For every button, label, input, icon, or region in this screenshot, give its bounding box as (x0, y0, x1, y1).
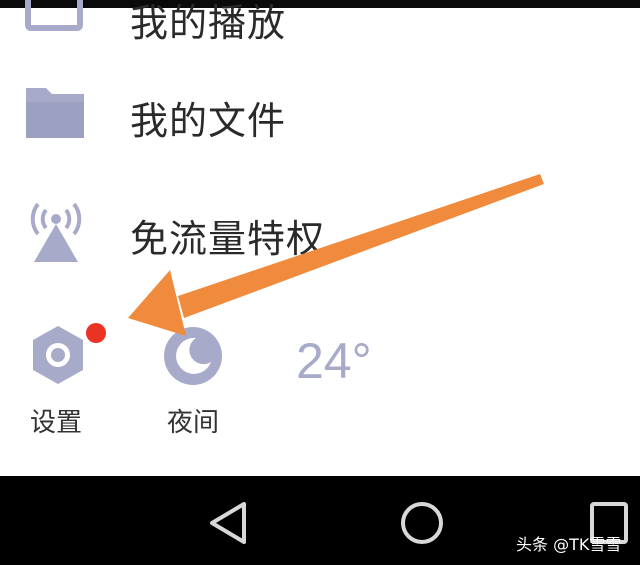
signal-tower-icon (30, 202, 82, 262)
menu-item-label: 我的播放 (130, 1, 287, 45)
night-label: 夜间 (166, 408, 219, 438)
menu-item-history[interactable]: 我的播放 (0, 0, 640, 62)
navigation-bar: 头条 @TK雪雪 (0, 476, 640, 565)
settings-button[interactable]: 设置 (16, 318, 106, 448)
moon-icon (164, 327, 222, 385)
gear-icon (33, 326, 83, 384)
back-icon[interactable] (206, 498, 250, 548)
menu-item-files[interactable]: 我的文件 (0, 64, 640, 164)
menu-item-label: 免流量特权 (130, 217, 326, 261)
menu-item-label: 我的文件 (130, 99, 287, 143)
night-mode-button[interactable]: 夜间 (153, 318, 233, 448)
watermark-text: 头条 @TK雪雪 (516, 535, 622, 554)
bottom-tools: 设置 夜间 24° (0, 318, 640, 458)
screen: 我的播放 我的文件 免流量特权 设置 夜间 24° 头条 @TK雪雪 (0, 0, 640, 565)
play-history-icon (25, 0, 83, 31)
menu-item-free-traffic[interactable]: 免流量特权 (0, 186, 640, 286)
folder-icon (26, 88, 84, 138)
settings-label: 设置 (29, 408, 82, 438)
notification-badge (86, 323, 106, 343)
home-icon[interactable] (398, 498, 446, 548)
weather-temperature[interactable]: 24° (296, 332, 372, 390)
